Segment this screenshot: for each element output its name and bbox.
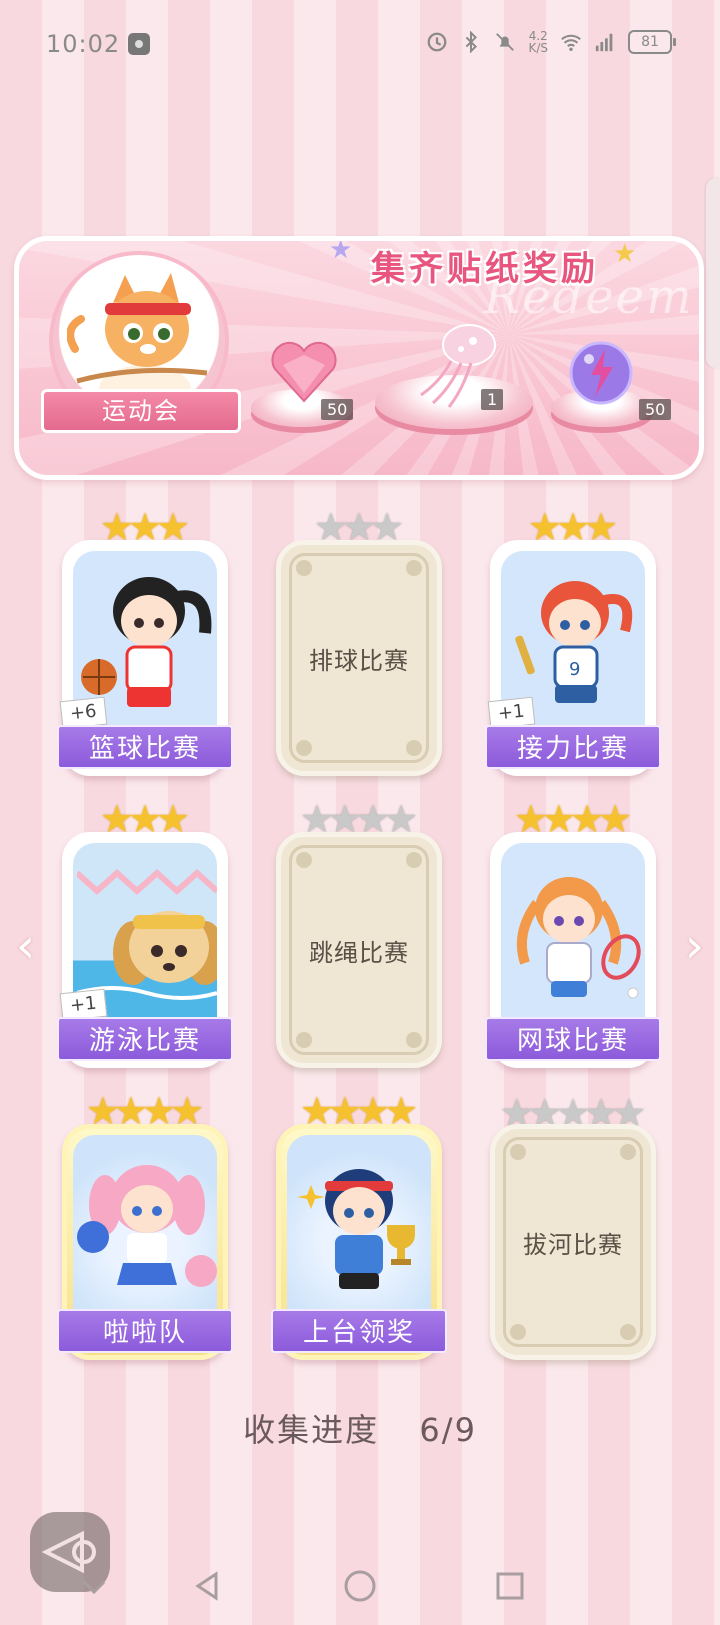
mute-icon [496,33,515,51]
locked-card-frame: 排球比赛 [289,553,429,763]
sticker-card-relay[interactable]: 9 +1 接力比赛 [485,540,661,776]
card-label: 上台领奖 [271,1309,447,1353]
sticker-card-tennis[interactable]: 网球比赛 [485,832,661,1068]
collection-progress: 收集进度 6/9 [0,1405,720,1451]
sticker-card-cheerleader[interactable]: 啦啦队 [57,1124,233,1360]
frame-corner [296,560,312,576]
girl-cheerleader-icon [77,1165,217,1287]
progress-value: 6/9 [419,1411,477,1449]
frame-corner [406,740,422,756]
reward-count: 1 [481,389,504,410]
recents-icon[interactable] [490,1566,530,1606]
reward-count: 50 [321,399,354,420]
reward-banner: Redeem 运动会 ★ 集齐贴纸奖励 ★ 50 1 50 [14,236,704,480]
frame-corner [296,740,312,756]
frame-corner [406,1032,422,1048]
progress-label: 收集进度 [243,1411,380,1449]
card-label: 跳绳比赛 [309,938,409,967]
frame-corner [296,852,312,868]
frame-corner [296,1032,312,1048]
sticker-card-tug-of-war-locked[interactable]: 拔河比赛 [490,1124,656,1360]
status-bar: 10:02 4.2 K/S 81 [0,0,720,92]
purple-lightning-orb-icon [569,341,633,405]
card-label: 游泳比赛 [57,1017,233,1061]
card-label: 啦啦队 [57,1309,233,1353]
girl-trophy-icon [297,1169,415,1289]
edge-panel-handle[interactable] [706,178,720,368]
frame-corner [510,1144,526,1160]
alarm-icon [428,32,447,52]
sticker-card-volleyball-locked[interactable]: 排球比赛 [276,540,442,776]
card-label: 拔河比赛 [523,1230,623,1259]
frame-corner [406,852,422,868]
banner-title: 集齐贴纸奖励 [371,249,599,289]
locked-card-frame: 跳绳比赛 [289,845,429,1055]
event-badge-label: 运动会 [41,389,241,433]
network-speed: 4.2 K/S [528,30,548,54]
girl-tennis-icon [516,877,641,999]
status-icons: 4.2 K/S 81 [426,30,676,54]
reward-count: 50 [639,399,672,420]
sparkle-star-icon: ★ [329,236,353,265]
card-label: 网球比赛 [485,1017,661,1061]
bluetooth-icon [466,31,478,53]
sparkle-star-icon: ★ [613,239,637,269]
status-time: 10:02 [46,30,121,58]
net-speed-unit: K/S [528,41,548,55]
frame-corner [406,560,422,576]
card-label: 接力比赛 [485,725,661,769]
sticker-card-award-ceremony[interactable]: 上台领奖 [271,1124,447,1360]
pink-heart-gem-icon [271,341,337,403]
locked-card-frame: 拔河比赛 [503,1137,643,1347]
previous-page-arrow-icon[interactable]: ‹ [16,918,35,974]
battery-indicator: 81 [628,30,676,54]
signal-icon [595,33,613,52]
sticker-card-jump-rope-locked[interactable]: 跳绳比赛 [276,832,442,1068]
wifi-icon [561,34,581,51]
collapse-nav-icon[interactable] [74,1566,114,1606]
card-label: 篮球比赛 [57,725,233,769]
sticker-card-swimming[interactable]: +1 游泳比赛 [57,832,233,1068]
home-icon[interactable] [340,1566,380,1606]
back-icon[interactable] [188,1566,228,1606]
next-page-arrow-icon[interactable]: › [685,918,704,974]
frame-corner [510,1324,526,1340]
frame-corner [620,1324,636,1340]
card-label: 排球比赛 [309,646,409,675]
frame-corner [620,1144,636,1160]
system-nav-bar [0,1558,720,1625]
sticker-card-basketball[interactable]: +6 篮球比赛 [57,540,233,776]
svg-text:9: 9 [569,659,580,680]
screen-record-icon [128,33,150,55]
